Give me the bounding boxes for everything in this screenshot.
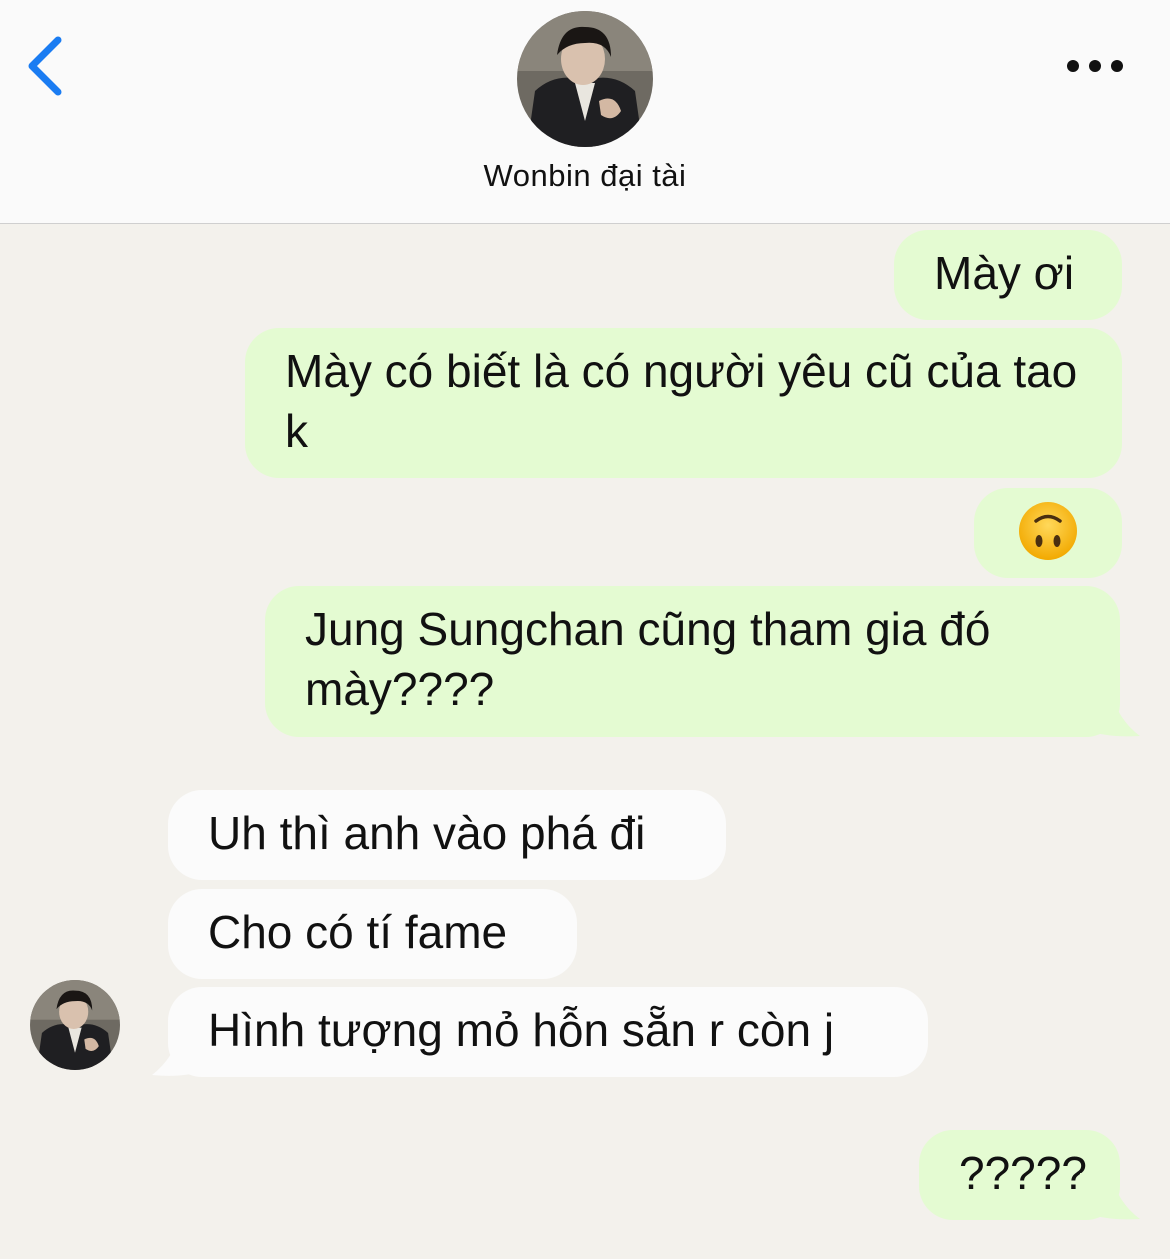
message-text: Hình tượng mỏ hỗn sẵn r còn j (208, 1004, 835, 1056)
message-text: Uh thì anh vào phá đi (208, 807, 646, 859)
message-bubble-outgoing[interactable]: Jung Sungchan cũng tham gia đó mày???? (265, 586, 1120, 737)
message-text: ????? (959, 1147, 1087, 1199)
message-bubble-incoming[interactable]: Uh thì anh vào phá đi (168, 790, 726, 880)
message-bubble-outgoing[interactable]: Mày có biết là có người yêu cũ của tao k (245, 328, 1122, 478)
ellipsis-icon (1067, 60, 1123, 72)
chat-screen: Wonbin đại tài Mày ơi Mày có biết là có … (0, 0, 1170, 1259)
message-text: Cho có tí fame (208, 906, 508, 958)
message-bubble-incoming[interactable]: Cho có tí fame (168, 889, 577, 979)
more-options-button[interactable] (1060, 48, 1130, 84)
message-bubble-outgoing[interactable]: 🙃 (974, 488, 1122, 578)
message-text: Mày có biết là có người yêu cũ của tao k (285, 345, 1078, 457)
message-text: Jung Sungchan cũng tham gia đó mày???? (305, 603, 991, 715)
contact-name[interactable]: Wonbin đại tài (385, 158, 785, 194)
chat-header: Wonbin đại tài (0, 0, 1170, 224)
message-text: Mày ơi (934, 247, 1075, 299)
bubble-tail-outgoing (1080, 1173, 1140, 1220)
sender-avatar[interactable] (30, 980, 120, 1070)
bubble-tail-outgoing (1080, 690, 1140, 737)
message-bubble-incoming[interactable]: Hình tượng mỏ hỗn sẵn r còn j (168, 987, 928, 1077)
message-bubble-outgoing[interactable]: Mày ơi (894, 230, 1122, 320)
chevron-left-icon (28, 36, 62, 96)
back-button[interactable] (18, 30, 78, 100)
upside-down-face-emoji (1019, 502, 1077, 560)
contact-avatar[interactable] (517, 11, 653, 147)
